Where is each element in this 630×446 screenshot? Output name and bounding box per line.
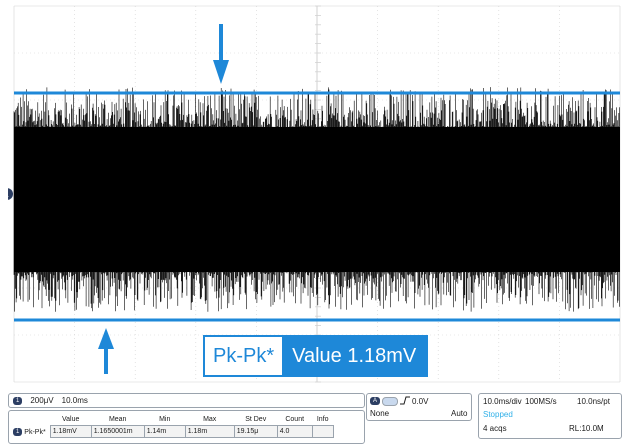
rising-edge-icon (400, 396, 410, 405)
timebase: 10.0ms (61, 396, 88, 405)
row-label: Pk-Pk* (24, 428, 46, 436)
callout-label: Pk-Pk* (205, 337, 283, 375)
vertical-scale: 200μV (30, 396, 54, 405)
cell-mean: 1.1650001m (90, 425, 145, 438)
col-header-value: Value (62, 415, 80, 423)
col-header-mean: Mean (108, 415, 127, 423)
ground-marker-label: 1 (8, 192, 9, 199)
scope-display: 1 Pk-Pk* Value 1.18mV (8, 2, 628, 386)
acquisition-state: Stopped (483, 410, 513, 419)
cell-min: 1.14m (143, 425, 186, 438)
callout-value: Value 1.18mV (282, 337, 427, 375)
acquisition-panel[interactable]: 10.0ms/div 100MS/s 10.0ns/pt Stopped 4 a… (478, 393, 622, 439)
arrow-up-icon (98, 328, 114, 374)
acquisition-count: 4 acqs (483, 424, 507, 433)
col-header-count: Count (285, 415, 305, 423)
cell-info (311, 425, 334, 438)
trigger-source-badge: A (370, 397, 381, 405)
table-row[interactable]: 1 Pk-Pk* 1.18mV 1.1650001m 1.14m 1.18m 1… (11, 425, 334, 438)
col-header-min: Min (159, 415, 171, 423)
col-header-info: Info (316, 415, 329, 423)
trigger-coupling: None (370, 409, 390, 418)
measurement-panel: Value Mean Min Max St Dev Count Info 1 P… (8, 410, 365, 444)
row-label-cell: 1 Pk-Pk* (11, 426, 50, 438)
measurement-callout: Pk-Pk* Value 1.18mV (203, 335, 429, 377)
resolution: 10.0ns/pt (577, 397, 610, 406)
record-length: RL:10.0M (569, 424, 604, 433)
trigger-panel[interactable]: A 0.0V None Auto (366, 393, 472, 421)
cell-value: 1.18mV (49, 425, 92, 438)
row-channel-badge: 1 (13, 427, 23, 436)
trigger-toggle[interactable] (382, 397, 398, 406)
cell-max: 1.18m (184, 425, 235, 438)
arrow-down-icon (213, 24, 229, 84)
sample-rate: 100MS/s (525, 397, 557, 406)
col-header-stdev: St Dev (245, 415, 267, 423)
measurement-table: Value Mean Min Max St Dev Count Info 1 P… (11, 413, 334, 438)
channel-ground-marker[interactable]: 1 (8, 188, 13, 200)
channel-scale-panel[interactable]: 1 200μV 10.0ms (8, 393, 365, 408)
cell-count: 4.0 (276, 425, 313, 438)
trigger-level: 0.0V (412, 397, 429, 406)
cell-stdev: 19.15μ (233, 425, 278, 438)
col-header-max: Max (203, 415, 217, 423)
channel-badge: 1 (13, 396, 23, 405)
trigger-mode: Auto (451, 409, 468, 418)
horizontal-scale: 10.0ms/div (483, 397, 522, 406)
table-corner (11, 413, 50, 426)
waveform-plot: 1 (8, 5, 621, 383)
